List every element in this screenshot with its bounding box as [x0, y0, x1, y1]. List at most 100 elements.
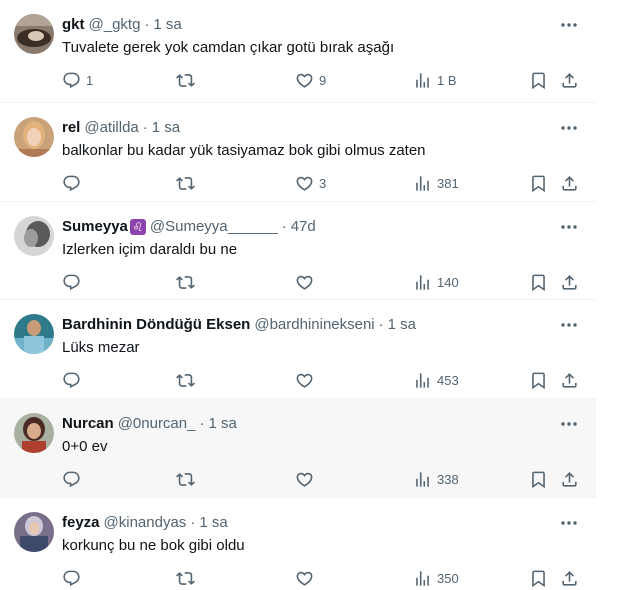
reply-icon [63, 175, 80, 191]
more-dots-icon[interactable] [558, 513, 580, 533]
retweet-button[interactable] [176, 173, 200, 193]
avatar[interactable] [14, 314, 54, 354]
views-button[interactable]: 1 B [413, 70, 457, 90]
like-count: 9 [319, 72, 327, 88]
views-button[interactable]: 338 [413, 469, 459, 489]
bookmark-icon [532, 274, 545, 291]
views-button[interactable]: 350 [413, 568, 459, 588]
heart-icon [296, 176, 313, 191]
timestamp[interactable]: 1 sa [199, 513, 227, 533]
timestamp[interactable]: 1 sa [152, 118, 180, 138]
bookmark-button[interactable] [529, 370, 548, 390]
retweet-button[interactable] [176, 370, 200, 390]
tweet-text: Tuvalete gerek yok camdan çıkar gotü bır… [62, 39, 395, 56]
view-count: 350 [437, 570, 459, 586]
avatar[interactable] [14, 117, 54, 157]
like-count: 3 [319, 175, 327, 191]
author-handle[interactable]: @Sumeyya______ [150, 217, 278, 237]
views-icon [416, 72, 429, 88]
share-button[interactable] [560, 469, 579, 489]
bookmark-button[interactable] [529, 70, 548, 90]
tweet-header: rel @atillda · 1 sa [62, 118, 180, 138]
timestamp[interactable]: 1 sa [208, 414, 236, 434]
tweet[interactable]: Nurcan @0nurcan_ · 1 sa 0+0 ev 338 [0, 399, 596, 498]
views-button[interactable]: 140 [413, 272, 459, 292]
reply-button[interactable] [62, 272, 86, 292]
heart-icon [296, 73, 313, 88]
leo-sign-icon: ♌ [129, 219, 146, 235]
share-button[interactable] [560, 568, 579, 588]
bookmark-button[interactable] [529, 469, 548, 489]
views-button[interactable]: 453 [413, 370, 459, 390]
tweet-actions: 338 [62, 469, 586, 489]
like-button[interactable] [295, 272, 319, 292]
author-handle[interactable]: @0nurcan_ [118, 414, 196, 434]
share-button[interactable] [560, 272, 579, 292]
more-dots-icon[interactable] [558, 118, 580, 138]
more-dots-icon[interactable] [558, 414, 580, 434]
like-button[interactable] [295, 568, 319, 588]
author-handle[interactable]: @bardhininekseni [254, 315, 374, 335]
like-button[interactable]: 3 [295, 173, 326, 193]
share-button[interactable] [560, 173, 579, 193]
avatar[interactable] [14, 413, 54, 453]
reply-button[interactable] [62, 370, 86, 390]
reply-count: 1 [86, 72, 94, 88]
separator-dot: · [199, 415, 205, 432]
share-button[interactable] [560, 370, 579, 390]
tweet-header: feyza @kinandyas · 1 sa [62, 513, 228, 533]
like-button[interactable]: 9 [295, 70, 326, 90]
more-dots-icon[interactable] [558, 217, 580, 237]
view-count: 381 [437, 175, 459, 191]
author-handle[interactable]: @_gktg [89, 15, 141, 35]
views-icon [416, 570, 429, 586]
tweet[interactable]: feyza @kinandyas · 1 sa korkunç bu ne bo… [0, 498, 596, 590]
author-handle[interactable]: @kinandyas [104, 513, 187, 533]
bookmark-button[interactable] [529, 173, 548, 193]
timestamp[interactable]: 1 sa [153, 15, 181, 35]
tweet[interactable]: rel @atillda · 1 sa balkonlar bu kadar y… [0, 103, 596, 202]
avatar[interactable] [14, 512, 54, 552]
more-dots-icon[interactable] [558, 15, 580, 35]
retweet-button[interactable] [176, 568, 200, 588]
bookmark-button[interactable] [529, 568, 548, 588]
like-button[interactable] [295, 469, 319, 489]
retweet-button[interactable] [176, 70, 200, 90]
tweet-header: Bardhinin Döndüğü Eksen @bardhininekseni… [62, 315, 416, 335]
tweet-header: Sumeyya ♌ @Sumeyya______ · 47d [62, 217, 316, 237]
avatar[interactable] [14, 216, 54, 256]
bookmark-button[interactable] [529, 272, 548, 292]
tweet[interactable]: gkt @_gktg · 1 sa Tuvalete gerek yok cam… [0, 0, 596, 103]
author-name[interactable]: rel [62, 118, 80, 138]
tweet-actions: 3 381 [62, 173, 586, 193]
retweet-button[interactable] [176, 272, 200, 292]
like-button[interactable] [295, 370, 319, 390]
more-dots-icon[interactable] [558, 315, 580, 335]
author-name[interactable]: Sumeyya [62, 217, 128, 237]
tweet[interactable]: Bardhinin Döndüğü Eksen @bardhininekseni… [0, 300, 596, 399]
tweet[interactable]: Sumeyya ♌ @Sumeyya______ · 47d Izlerken … [0, 202, 596, 300]
share-button[interactable] [560, 70, 579, 90]
reply-button[interactable] [62, 173, 86, 193]
author-handle[interactable]: @atillda [84, 118, 138, 138]
reply-icon [63, 372, 80, 388]
avatar[interactable] [14, 14, 54, 54]
bookmark-icon [532, 471, 545, 488]
bookmark-icon [532, 175, 545, 192]
author-name[interactable]: feyza [62, 513, 100, 533]
views-button[interactable]: 381 [413, 173, 459, 193]
separator-dot: · [378, 316, 384, 333]
view-count: 453 [437, 372, 459, 388]
views-icon [416, 274, 429, 290]
author-name[interactable]: Nurcan [62, 414, 114, 434]
bookmark-icon [532, 372, 545, 389]
reply-button[interactable] [62, 568, 86, 588]
timestamp[interactable]: 47d [291, 217, 316, 237]
timestamp[interactable]: 1 sa [388, 315, 416, 335]
reply-button[interactable] [62, 469, 86, 489]
author-name[interactable]: gkt [62, 15, 85, 35]
retweet-button[interactable] [176, 469, 200, 489]
author-name[interactable]: Bardhinin Döndüğü Eksen [62, 315, 250, 335]
reply-button[interactable]: 1 [62, 70, 93, 90]
heart-icon [296, 571, 313, 586]
